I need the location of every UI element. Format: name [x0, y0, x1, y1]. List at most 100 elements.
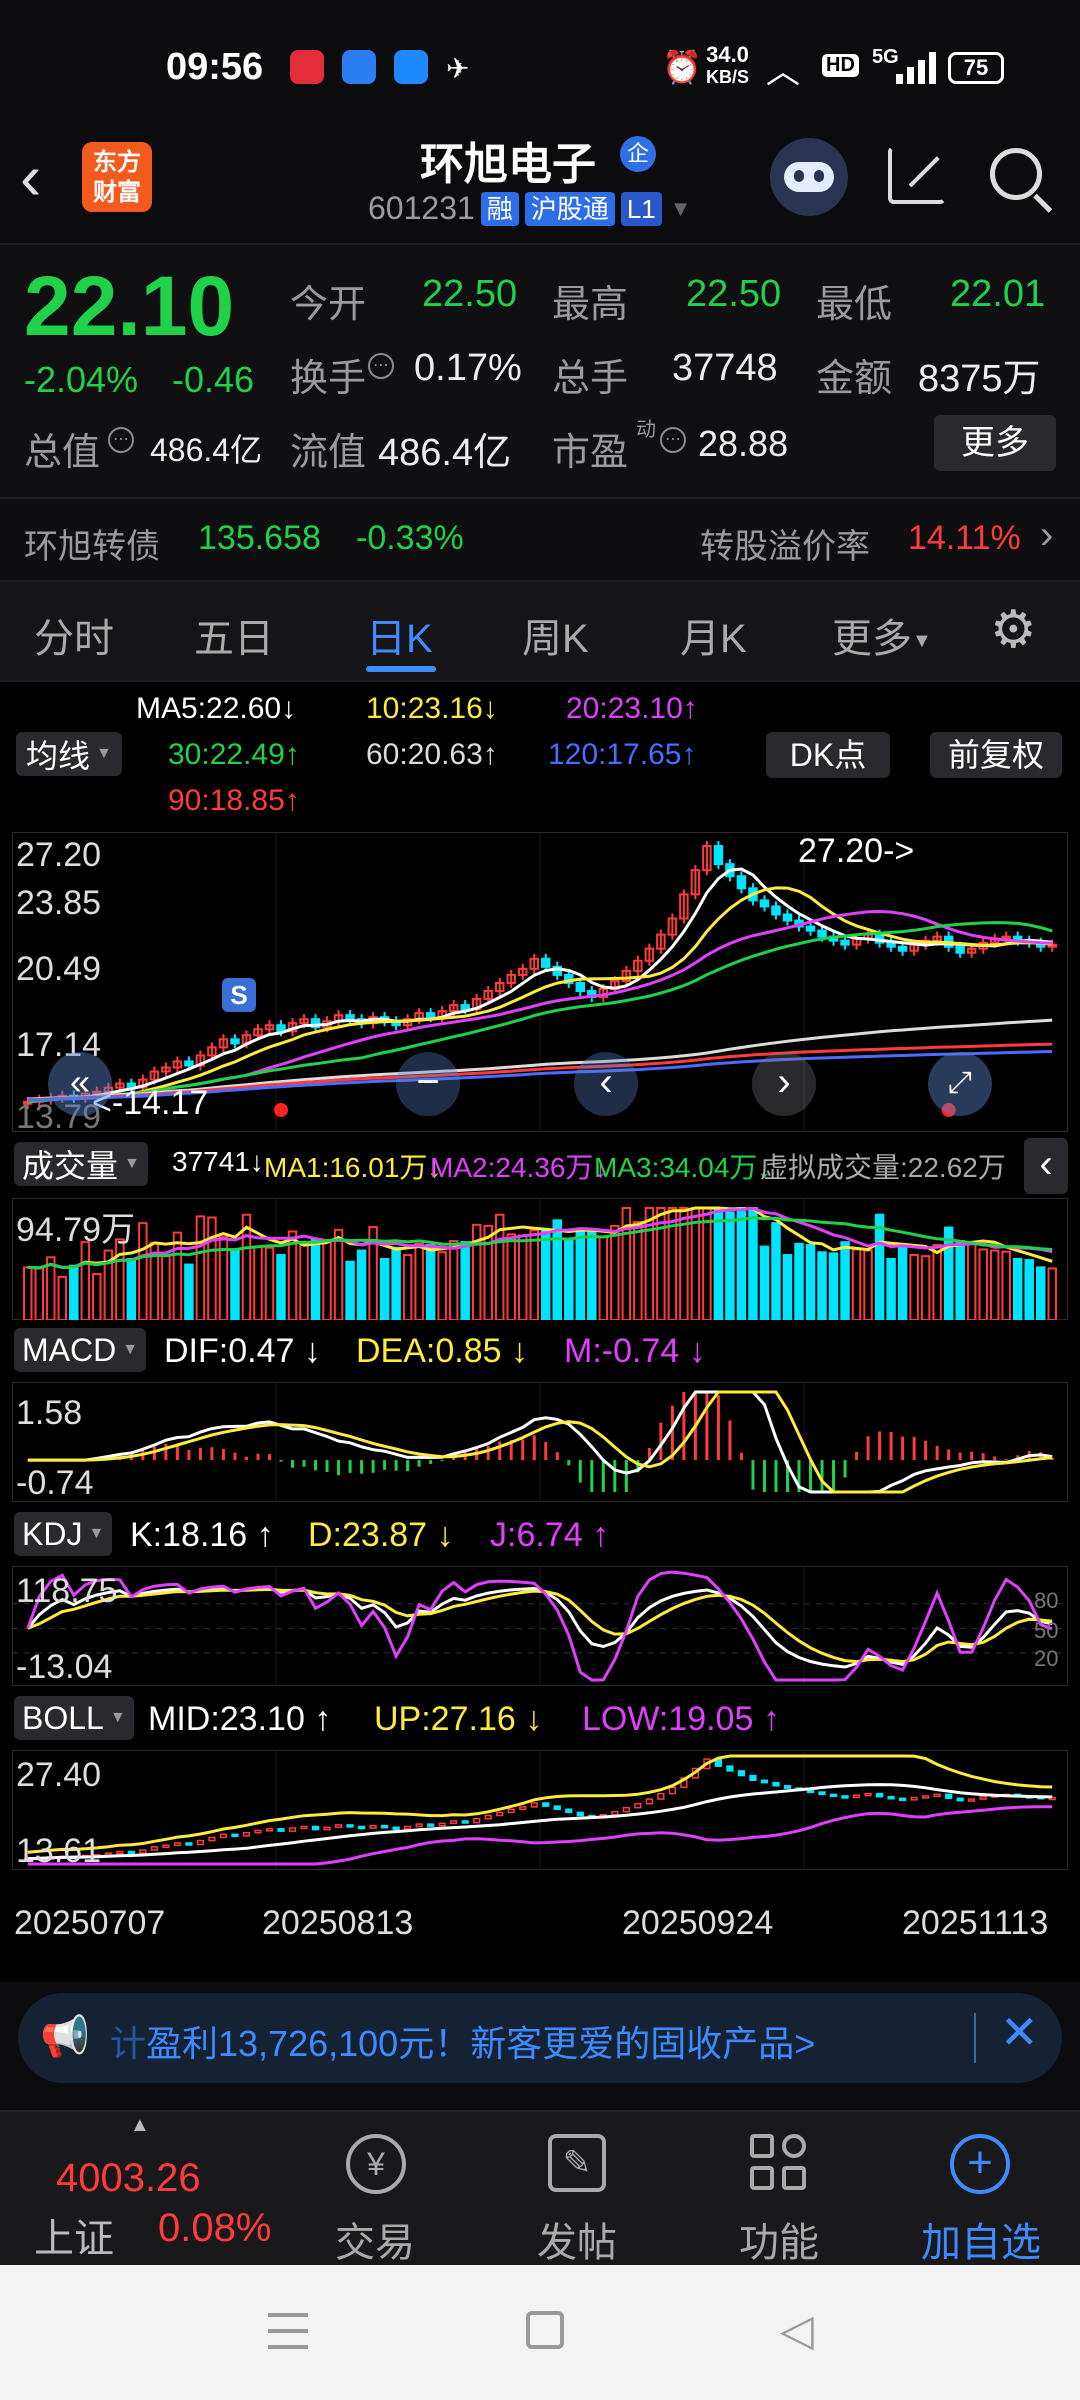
boll-candle [265, 1828, 274, 1832]
tab-five-day[interactable]: 五日 [194, 606, 274, 664]
tab-daily-k[interactable]: 日K [366, 606, 433, 664]
wifi-icon: ︿ [766, 53, 800, 91]
nav-trade[interactable]: ¥ 交易 [290, 2112, 460, 2267]
boll-candle [553, 1805, 561, 1811]
tab-intraday[interactable]: 分时 [34, 606, 114, 664]
adjust-button[interactable]: 前复权 [930, 732, 1062, 778]
volume-bar [402, 1254, 413, 1320]
volume-bar [506, 1233, 516, 1320]
boll-chart[interactable] [12, 1750, 1068, 1870]
info-icon[interactable]: ⋯ [368, 353, 394, 379]
nav-function[interactable]: 功能 [694, 2112, 864, 2267]
volume-bar [414, 1242, 424, 1320]
volume-bar [310, 1238, 321, 1320]
chart-area[interactable]: MA5:22.60↓ 10:23.16↓ 20:23.10↑ 均线 ▼ 30:22… [0, 682, 1080, 1982]
news-app-icon [342, 50, 376, 84]
kdj-selector[interactable]: KDJ ▼ [14, 1512, 113, 1556]
convertible-bond-row[interactable]: 环旭转债 135.658 -0.33% 转股溢价率 14.11% › [0, 497, 1080, 582]
volume-now: 37741↓ [172, 1146, 264, 1177]
boll-candle [806, 1789, 815, 1794]
volume-bar [333, 1228, 344, 1320]
volume-bar [1001, 1250, 1011, 1320]
volume-bar [575, 1227, 586, 1320]
macd-dif: DIF:0.47 ↓ [164, 1332, 321, 1370]
volume-bar [748, 1207, 758, 1320]
search-icon[interactable] [990, 148, 1053, 213]
volume-bar [391, 1246, 401, 1320]
kdj-y-bottom: -13.04 [16, 1648, 113, 1686]
candle-body [736, 875, 747, 890]
volume-bar [759, 1245, 770, 1320]
index-value[interactable]: 4003.26 [56, 2156, 201, 2201]
ma120-label: 120:17.65↑ [548, 738, 697, 771]
dk-button[interactable]: DK点 [766, 732, 890, 778]
close-icon[interactable]: ✕ [1000, 2005, 1039, 2059]
pan-left-icon[interactable]: ‹ [574, 1052, 638, 1116]
boll-selector[interactable]: BOLL ▼ [14, 1696, 134, 1740]
volume-selector[interactable]: 成交量 ▼ [14, 1142, 148, 1186]
kdj-y-top: 118.75 [16, 1572, 118, 1610]
kdj-level-50: 50 [1034, 1618, 1059, 1643]
nav-post[interactable]: ✎ 发帖 [492, 2112, 662, 2267]
tab-monthly-k[interactable]: 月K [680, 606, 747, 664]
nav-add-watchlist[interactable]: + 加自选 [896, 2112, 1066, 2267]
premium-value: 14.11% [908, 519, 1021, 557]
info-icon[interactable]: ⋯ [660, 427, 686, 453]
pan-right-icon[interactable]: › [752, 1052, 816, 1116]
boll-candle [484, 1814, 492, 1820]
virtual-volume: 虚拟成交量:22.62万 [760, 1152, 1006, 1183]
promo-banner[interactable]: 📢 计盈利13,726,100元！新客更爱的固收产品> ✕ [18, 1993, 1062, 2083]
volume-bar [92, 1273, 102, 1320]
tab-weekly-k[interactable]: 周K [522, 606, 589, 664]
boll-candle [392, 1826, 400, 1831]
volume-chart[interactable] [12, 1198, 1068, 1320]
float-label: 流值 [290, 432, 367, 474]
period-tabs: 分时 五日 日K 周K 月K 更多▼ ⚙ [0, 582, 1080, 682]
stock-code-row[interactable]: 601231 融 沪股通 L1 ▼ [368, 190, 692, 227]
collapse-panel-icon[interactable]: ‹ [1024, 1138, 1068, 1194]
tab-more[interactable]: 更多▼ [832, 606, 932, 664]
banner-divider [974, 2013, 976, 2063]
bottom-nav: ▲ 4003.26 上证 0.08% ¥ 交易 ✎ 发帖 功能 + 加自选 [0, 2110, 1080, 2265]
more-button[interactable]: 更多 [934, 415, 1056, 471]
zoom-out-icon[interactable]: − [396, 1052, 460, 1116]
candle-body [771, 905, 781, 916]
volume-bar [379, 1257, 390, 1320]
boll-candle [565, 1808, 573, 1814]
volume-bar [345, 1260, 355, 1320]
home-icon[interactable] [526, 2311, 564, 2349]
index-change: 0.08% [158, 2206, 272, 2250]
kdj-level-80: 80 [1034, 1588, 1059, 1613]
app-logo[interactable]: 东方 财富 [82, 142, 152, 212]
share-icon[interactable] [888, 146, 946, 204]
volume-bar [886, 1257, 896, 1320]
boll-candle [254, 1829, 262, 1834]
kdj-chart[interactable] [12, 1566, 1068, 1686]
premium-label: 转股溢价率 [700, 528, 870, 566]
s-marker-icon[interactable]: S [222, 978, 256, 1012]
tag-connect: 沪股通 [524, 191, 615, 226]
volume-bar [195, 1215, 206, 1320]
macd-selector[interactable]: MACD ▼ [14, 1328, 147, 1372]
info-icon[interactable]: ⋯ [108, 427, 134, 453]
volume-bar [552, 1219, 563, 1320]
boll-candle [438, 1822, 446, 1827]
gear-icon[interactable]: ⚙ [990, 604, 1037, 656]
rewind-icon[interactable]: « [48, 1052, 112, 1116]
mktcap-label: 总值 [24, 432, 101, 474]
chevron-left-icon[interactable]: ‹ [20, 145, 41, 209]
last-price: 22.10 [24, 259, 235, 353]
chevron-up-icon[interactable]: ▲ [130, 2114, 150, 2137]
boll-candle [185, 1842, 193, 1846]
robot-icon[interactable] [770, 138, 848, 216]
ma-selector[interactable]: 均线 ▼ [16, 732, 122, 776]
menu-icon[interactable] [268, 2313, 308, 2349]
expand-icon[interactable]: ⤢ [928, 1052, 992, 1116]
volume-bar [57, 1275, 68, 1320]
back-icon[interactable]: ◁ [780, 2305, 814, 2356]
volume-bar [863, 1249, 873, 1320]
boll-candle [542, 1802, 550, 1807]
nav-add-label: 加自选 [921, 2221, 1041, 2265]
macd-chart[interactable] [12, 1382, 1068, 1502]
boll-candle [162, 1844, 170, 1849]
